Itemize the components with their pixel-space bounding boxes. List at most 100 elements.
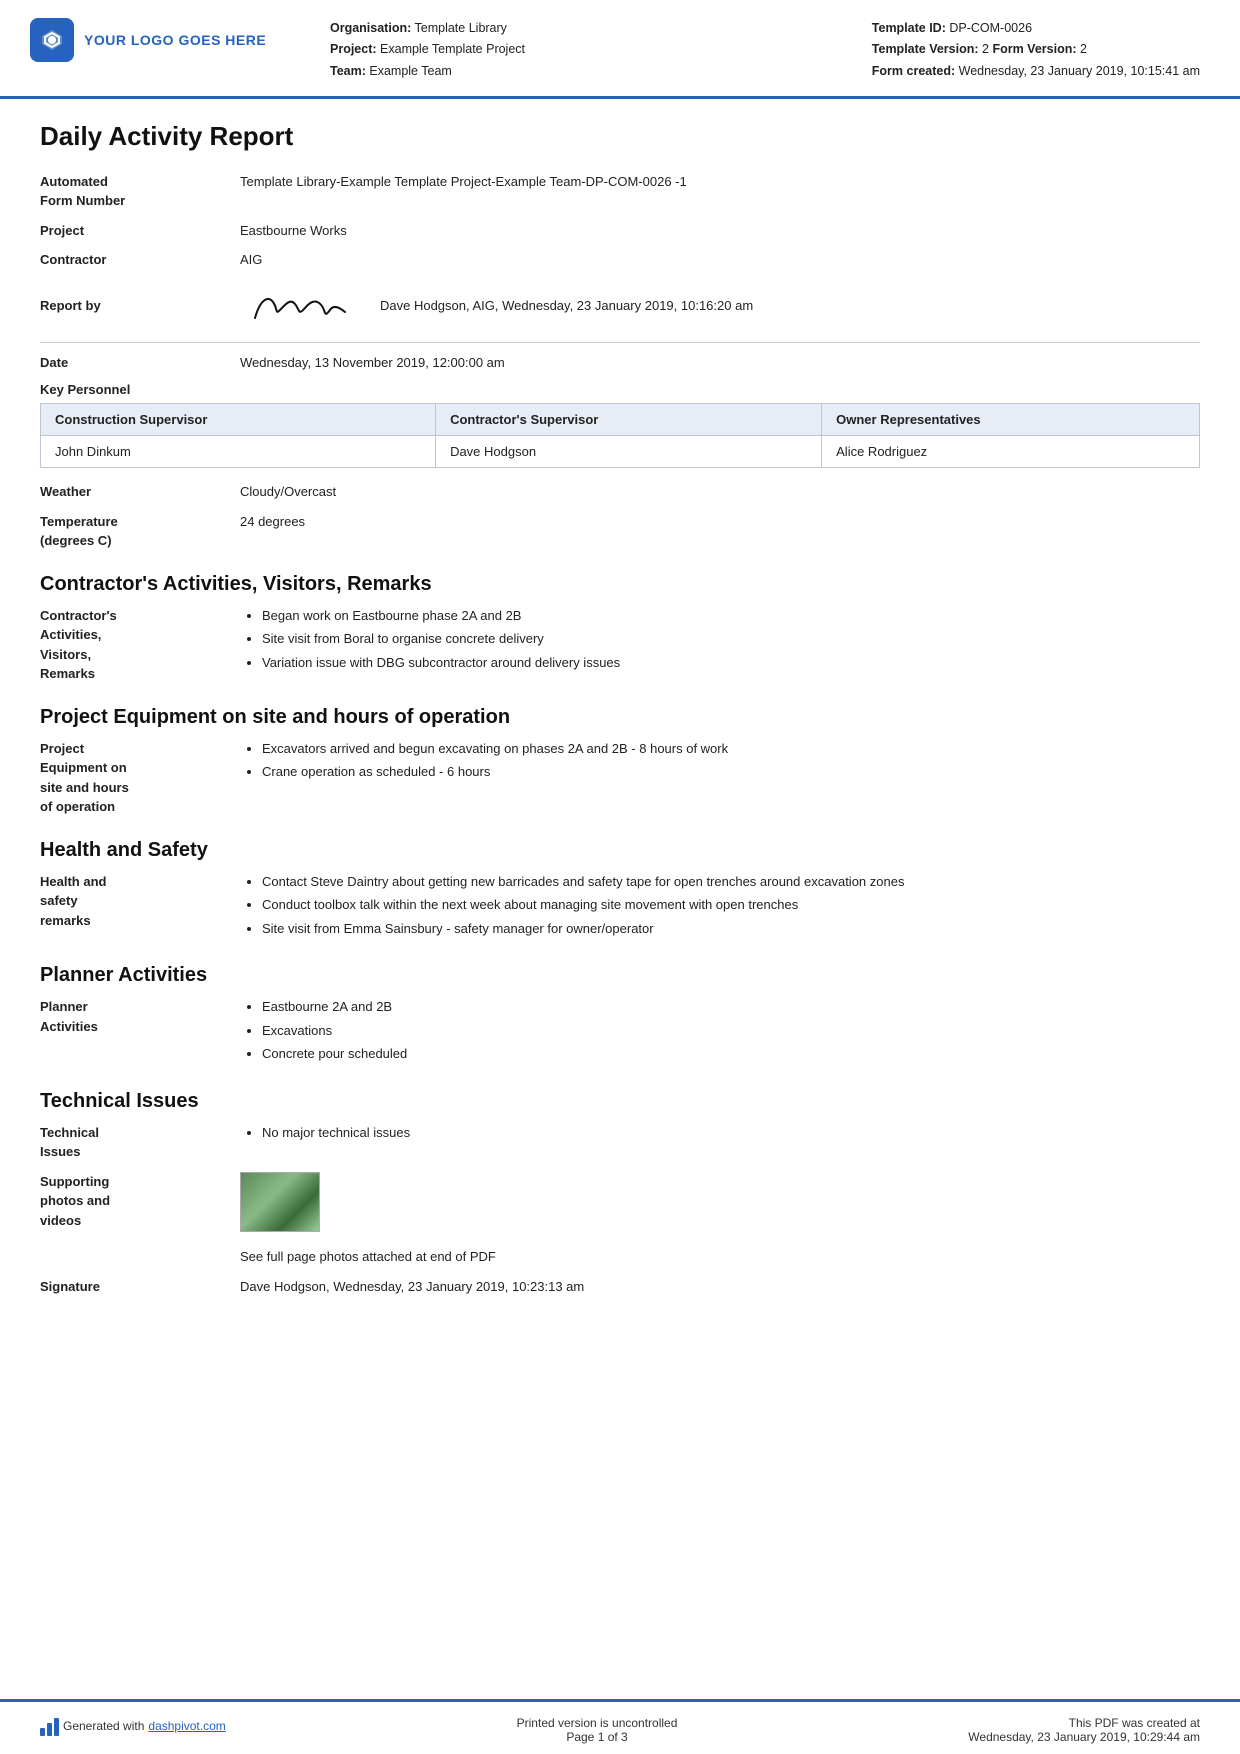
doc-title: Daily Activity Report — [40, 121, 1200, 156]
signature-value: Dave Hodgson, Wednesday, 23 January 2019… — [240, 1277, 1200, 1297]
logo-icon — [30, 18, 74, 62]
photo-thumb-inner — [241, 1173, 319, 1231]
org-label: Organisation: — [330, 21, 411, 35]
footer: Generated with dashpivot.com Printed ver… — [0, 1699, 1240, 1754]
footer-pdf-date: Wednesday, 23 January 2019, 10:29:44 am — [968, 1730, 1200, 1744]
template-version-value: 2 — [982, 42, 989, 56]
section-label-0: Contractor'sActivities,Visitors,Remarks — [40, 606, 240, 684]
personnel-cell: Dave Hodgson — [436, 436, 822, 468]
contractor-field-value: AIG — [240, 250, 1200, 270]
col-contractors-supervisor: Contractor's Supervisor — [436, 404, 822, 436]
form-version-label: Form Version: — [992, 42, 1076, 56]
section-heading-3: Planner Activities — [40, 964, 1200, 987]
list-item: Conduct toolbox talk within the next wee… — [262, 895, 1200, 915]
signature-svg — [240, 280, 360, 332]
bar-1 — [40, 1728, 45, 1736]
list-item: Contact Steve Daintry about getting new … — [262, 872, 1200, 892]
section-value-3: Eastbourne 2A and 2BExcavationsConcrete … — [240, 997, 1200, 1068]
template-version-label: Template Version: — [872, 42, 979, 56]
list-item: Eastbourne 2A and 2B — [262, 997, 1200, 1017]
template-id-label: Template ID: — [872, 21, 946, 35]
team-value: Example Team — [369, 64, 451, 78]
bar-3 — [54, 1718, 59, 1736]
footer-left: Generated with dashpivot.com — [40, 1716, 226, 1736]
project-value: Example Template Project — [380, 42, 525, 56]
section-label-1: ProjectEquipment onsite and hoursof oper… — [40, 739, 240, 817]
project-label: Project: — [330, 42, 377, 56]
template-version-row: Template Version: 2 Form Version: 2 — [872, 39, 1200, 60]
team-row: Team: Example Team — [330, 61, 872, 82]
section-bullet-list-0: Began work on Eastbourne phase 2A and 2B… — [240, 606, 1200, 673]
logo-text: YOUR LOGO GOES HERE — [84, 32, 266, 48]
form-created-row: Form created: Wednesday, 23 January 2019… — [872, 61, 1200, 82]
list-item: Variation issue with DBG subcontractor a… — [262, 653, 1200, 673]
section-label-3: PlannerActivities — [40, 997, 240, 1036]
org-row: Organisation: Template Library — [330, 18, 872, 39]
header-meta-right: Template ID: DP-COM-0026 Template Versio… — [872, 18, 1200, 82]
section-bullet-list-2: Contact Steve Daintry about getting new … — [240, 872, 1200, 939]
contractor-field-label: Contractor — [40, 250, 240, 270]
section-label-2: Health andsafetyremarks — [40, 872, 240, 931]
header: YOUR LOGO GOES HERE Organisation: Templa… — [0, 0, 1240, 99]
main-content: Daily Activity Report AutomatedForm Numb… — [0, 99, 1240, 1699]
list-item: Concrete pour scheduled — [262, 1044, 1200, 1064]
footer-bars-icon — [40, 1716, 59, 1736]
page: YOUR LOGO GOES HERE Organisation: Templa… — [0, 0, 1240, 1754]
technical-bullet-list: No major technical issues — [240, 1123, 1200, 1143]
photos-caption: See full page photos attached at end of … — [240, 1247, 1200, 1267]
automated-field-row: AutomatedForm Number Template Library-Ex… — [40, 172, 1200, 211]
list-item: Site visit from Boral to organise concre… — [262, 629, 1200, 649]
footer-generated-text: Generated with — [63, 1719, 144, 1733]
footer-page: Page 1 of 3 — [517, 1730, 678, 1744]
section-value-2: Contact Steve Daintry about getting new … — [240, 872, 1200, 943]
date-field-row: Date Wednesday, 13 November 2019, 12:00:… — [40, 353, 1200, 373]
form-version-value: 2 — [1080, 42, 1087, 56]
logo-area: YOUR LOGO GOES HERE — [30, 18, 290, 62]
weather-value: Cloudy/Overcast — [240, 482, 1200, 502]
signature-field-row: Signature Dave Hodgson, Wednesday, 23 Ja… — [40, 1277, 1200, 1297]
section-heading-1: Project Equipment on site and hours of o… — [40, 706, 1200, 729]
personnel-cell: Alice Rodriguez — [822, 436, 1200, 468]
section-value-1: Excavators arrived and begun excavating … — [240, 739, 1200, 786]
photo-thumbnail — [240, 1172, 320, 1232]
footer-link[interactable]: dashpivot.com — [148, 1719, 225, 1733]
signature-drawing — [240, 280, 360, 332]
col-owner-representatives: Owner Representatives — [822, 404, 1200, 436]
bar-2 — [47, 1723, 52, 1736]
template-id-row: Template ID: DP-COM-0026 — [872, 18, 1200, 39]
divider-1 — [40, 342, 1200, 343]
contractor-field-row: Contractor AIG — [40, 250, 1200, 270]
key-personnel-table: Construction Supervisor Contractor's Sup… — [40, 403, 1200, 468]
technical-issues-label: TechnicalIssues — [40, 1123, 240, 1162]
report-by-field-row: Report by Dave Hodgson, AIG, Wednesday, … — [40, 280, 1200, 332]
list-item: No major technical issues — [262, 1123, 1200, 1143]
team-label: Team: — [330, 64, 366, 78]
org-value: Template Library — [415, 21, 507, 35]
footer-uncontrolled: Printed version is uncontrolled — [517, 1716, 678, 1730]
weather-label: Weather — [40, 482, 240, 502]
project-field-value: Eastbourne Works — [240, 221, 1200, 241]
footer-pdf-label: This PDF was created at — [968, 1716, 1200, 1730]
template-id-value: DP-COM-0026 — [949, 21, 1032, 35]
form-created-label: Form created: — [872, 64, 955, 78]
technical-issues-value: No major technical issues — [240, 1123, 1200, 1147]
temperature-label: Temperature(degrees C) — [40, 512, 240, 551]
signature-label: Signature — [40, 1277, 240, 1297]
automated-label: AutomatedForm Number — [40, 172, 240, 211]
project-field-row: Project Eastbourne Works — [40, 221, 1200, 241]
logo-svg — [38, 26, 66, 54]
section-field-row-0: Contractor'sActivities,Visitors,RemarksB… — [40, 606, 1200, 684]
list-item: Site visit from Emma Sainsbury - safety … — [262, 919, 1200, 939]
list-item: Began work on Eastbourne phase 2A and 2B — [262, 606, 1200, 626]
temperature-value: 24 degrees — [240, 512, 1200, 532]
section-bullet-list-3: Eastbourne 2A and 2BExcavationsConcrete … — [240, 997, 1200, 1064]
section-field-row-1: ProjectEquipment onsite and hoursof oper… — [40, 739, 1200, 817]
section-heading-0: Contractor's Activities, Visitors, Remar… — [40, 573, 1200, 596]
automated-value: Template Library-Example Template Projec… — [240, 172, 1200, 192]
personnel-table-row: John DinkumDave HodgsonAlice Rodriguez — [41, 436, 1200, 468]
report-by-value: Dave Hodgson, AIG, Wednesday, 23 January… — [240, 280, 1200, 332]
section-field-row-3: PlannerActivitiesEastbourne 2A and 2BExc… — [40, 997, 1200, 1068]
sections-container: Contractor's Activities, Visitors, Remar… — [40, 573, 1200, 1068]
footer-center: Printed version is uncontrolled Page 1 o… — [517, 1716, 678, 1744]
header-meta-center: Organisation: Template Library Project: … — [330, 18, 872, 82]
